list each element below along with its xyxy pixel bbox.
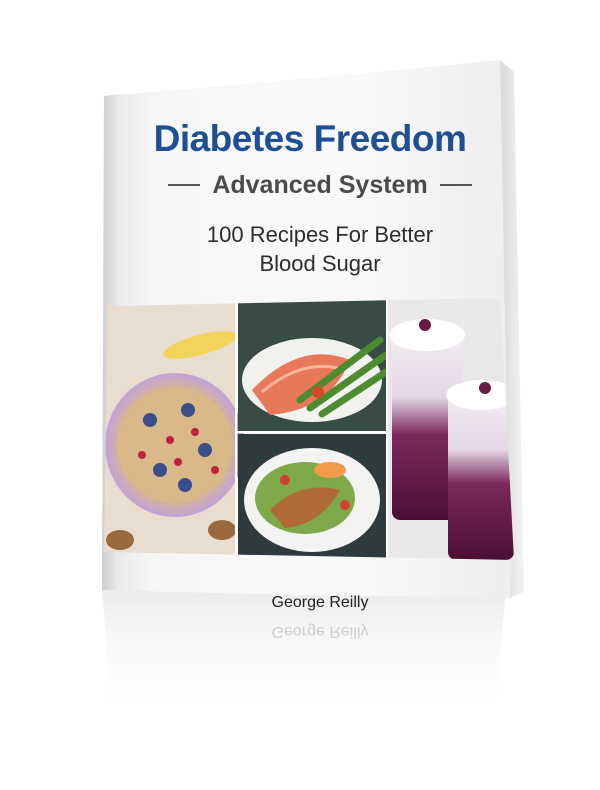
salmon-asparagus-photo bbox=[238, 300, 390, 432]
yogurt-granola-berries-photo bbox=[104, 300, 245, 560]
food-photo-strip bbox=[104, 298, 514, 560]
tagline-line-2: Blood Sugar bbox=[259, 251, 381, 276]
book-subtitle: Advanced System bbox=[212, 170, 428, 199]
book-tagline: 100 Recipes For Better Blood Sugar bbox=[120, 220, 520, 278]
book-mockup-stage: Diabetes Freedom Advanced System 100 Rec… bbox=[0, 0, 600, 790]
book-title: Diabetes Freedom bbox=[153, 118, 467, 159]
book-author-reflection: George Reilly bbox=[271, 623, 369, 640]
book-author: George Reilly bbox=[271, 594, 369, 611]
chicken-salad-photo bbox=[238, 434, 386, 560]
berry-parfait-photo bbox=[388, 298, 514, 560]
book-subtitle-row: Advanced System bbox=[120, 170, 520, 200]
tagline-line-1: 100 Recipes For Better bbox=[206, 222, 434, 247]
subtitle-rule-left bbox=[168, 184, 201, 186]
subtitle-rule-right bbox=[439, 184, 472, 186]
